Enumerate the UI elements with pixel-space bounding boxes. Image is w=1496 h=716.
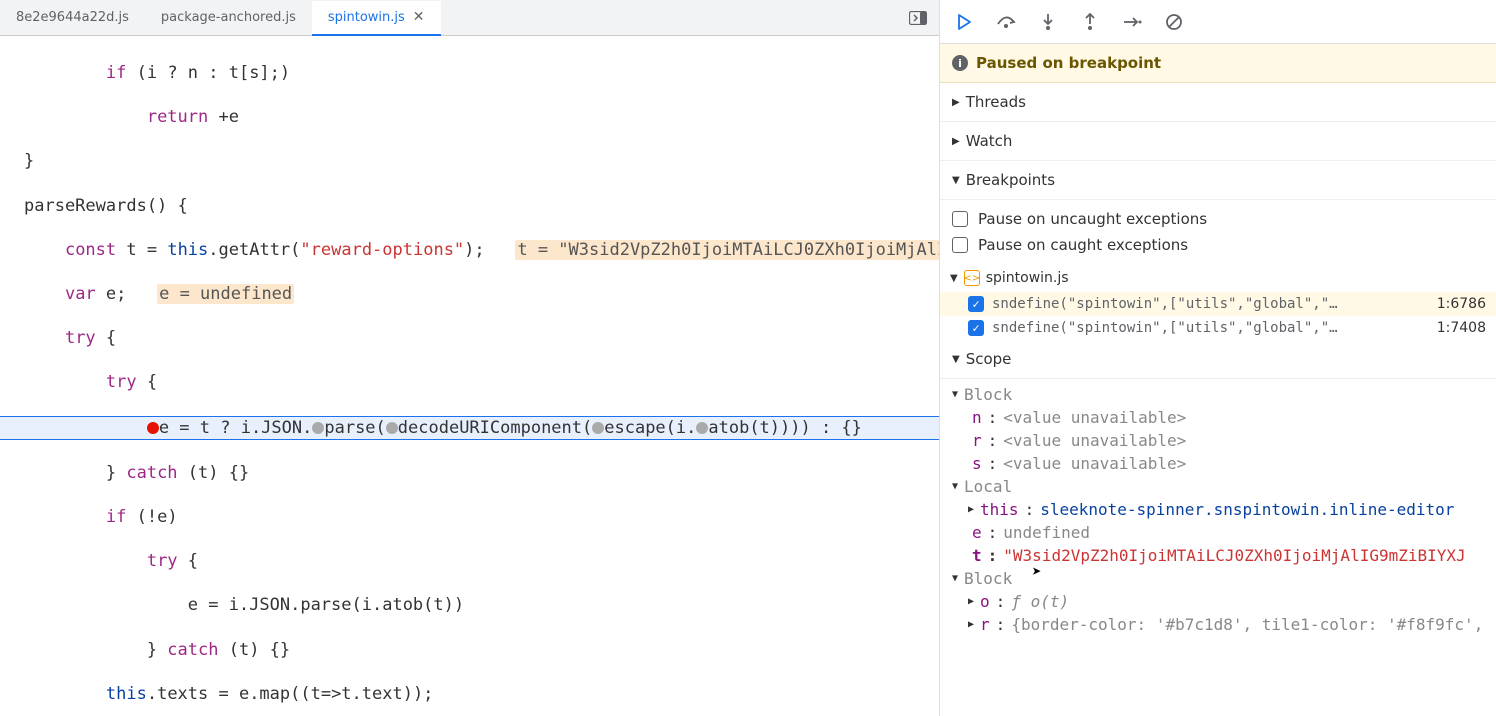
tab-label: 8e2e9644a22d.js [16, 10, 129, 25]
breakpoint-icon[interactable] [147, 422, 159, 434]
deactivate-breakpoints-button[interactable] [1162, 10, 1186, 34]
chevron-down-icon: ▼ [952, 573, 958, 584]
inline-value: t = "W3sid2VpZ2h0IjoiMTAiLCJ0ZXh0IjoiMjA… [515, 240, 939, 260]
scope-variable[interactable]: n: <value unavailable> [940, 406, 1496, 429]
chevron-right-icon: ▶ [968, 596, 974, 607]
scope-section[interactable]: ▼ Scope [940, 340, 1496, 379]
debugger-panel: i Paused on breakpoint ▶ Threads ▶ Watch ▼… [940, 0, 1496, 716]
breakpoint-line: 1:6786 [1429, 296, 1486, 312]
scope-group-label: Block [964, 385, 1012, 404]
debug-toolbar [940, 0, 1496, 44]
breakpoint-file[interactable]: ▼ <> spintowin.js [940, 264, 1496, 292]
scope-variable[interactable]: ▶o: ƒ o(t) [940, 590, 1496, 613]
section-label: Scope [966, 350, 1012, 368]
threads-section[interactable]: ▶ Threads [940, 83, 1496, 122]
breakpoints-section[interactable]: ▼ Breakpoints [940, 161, 1496, 200]
breakpoint-line: 1:7408 [1429, 320, 1486, 336]
checkbox[interactable]: ✓ [968, 296, 984, 312]
pause-caught-option[interactable]: Pause on caught exceptions [952, 232, 1484, 258]
breakpoint-options: Pause on uncaught exceptions Pause on ca… [940, 200, 1496, 264]
chevron-down-icon: ▼ [952, 354, 960, 365]
scope-block: ▼ Block n: <value unavailable> r: <value … [940, 379, 1496, 640]
section-label: Threads [966, 93, 1026, 111]
checkbox[interactable] [952, 237, 968, 253]
tab-label: package-anchored.js [161, 10, 296, 25]
tab-file-2[interactable]: spintowin.js ✕ [312, 1, 441, 36]
show-navigator-icon[interactable] [909, 11, 927, 25]
section-label: Watch [966, 132, 1013, 150]
option-label: Pause on uncaught exceptions [978, 210, 1207, 228]
chevron-down-icon: ▼ [952, 481, 958, 492]
file-icon: <> [964, 270, 980, 286]
step-into-button[interactable] [1036, 10, 1060, 34]
option-label: Pause on caught exceptions [978, 236, 1188, 254]
code-editor[interactable]: if (i ? n : t[s];) return +e } parseRewa… [0, 36, 939, 716]
scope-group-label: Block [964, 569, 1012, 588]
step-out-button[interactable] [1078, 10, 1102, 34]
info-icon: i [952, 55, 968, 71]
breakpoint-code: sndefine("spintowin",["utils","global","… [992, 320, 1421, 336]
step-button[interactable] [1120, 10, 1144, 34]
scope-variable[interactable]: ▶this: sleeknote-spinner.snspintowin.inl… [940, 498, 1496, 521]
scope-group[interactable]: ▼ Block [940, 383, 1496, 406]
chevron-right-icon: ▶ [952, 97, 960, 108]
scope-variable[interactable]: s: <value unavailable> [940, 452, 1496, 475]
paused-banner: i Paused on breakpoint [940, 44, 1496, 83]
scope-variable[interactable]: t: "W3sid2VpZ2h0IjoiMTAiLCJ0ZXh0IjoiMjAl… [940, 544, 1496, 567]
watch-section[interactable]: ▶ Watch [940, 122, 1496, 161]
chevron-right-icon: ▶ [968, 504, 974, 515]
breakpoint-code: sndefine("spintowin",["utils","global","… [992, 296, 1421, 312]
close-icon[interactable]: ✕ [413, 9, 425, 25]
scope-group[interactable]: ▼ Local [940, 475, 1496, 498]
tab-label: spintowin.js [328, 10, 405, 25]
resume-button[interactable] [952, 10, 976, 34]
inline-value: e = undefined [157, 284, 294, 304]
scope-group[interactable]: ▼ Block [940, 567, 1496, 590]
editor-panel: 8e2e9644a22d.js package-anchored.js spin… [0, 0, 940, 716]
chevron-right-icon: ▶ [968, 619, 974, 630]
checkbox[interactable] [952, 211, 968, 227]
scope-variable[interactable]: ▶r: {border-color: '#b7c1d8', tile1-colo… [940, 613, 1496, 636]
paused-label: Paused on breakpoint [976, 54, 1161, 72]
scope-group-label: Local [964, 477, 1012, 496]
step-over-button[interactable] [994, 10, 1018, 34]
file-name: spintowin.js [986, 270, 1069, 286]
breakpoint-item[interactable]: ✓ sndefine("spintowin",["utils","global"… [940, 292, 1496, 316]
editor-tabs: 8e2e9644a22d.js package-anchored.js spin… [0, 0, 939, 36]
chevron-right-icon: ▶ [952, 136, 960, 147]
tab-file-0[interactable]: 8e2e9644a22d.js [0, 0, 145, 35]
breakpoint-item[interactable]: ✓ sndefine("spintowin",["utils","global"… [940, 316, 1496, 340]
checkbox[interactable]: ✓ [968, 320, 984, 336]
cursor-icon: ➤ [1032, 562, 1042, 581]
scope-variable[interactable]: e: undefined [940, 521, 1496, 544]
tab-file-1[interactable]: package-anchored.js [145, 0, 312, 35]
chevron-down-icon: ▼ [952, 389, 958, 400]
chevron-down-icon: ▼ [952, 175, 960, 186]
chevron-down-icon: ▼ [950, 273, 958, 284]
pause-uncaught-option[interactable]: Pause on uncaught exceptions [952, 206, 1484, 232]
scope-variable[interactable]: r: <value unavailable> [940, 429, 1496, 452]
current-execution-line: e = t ? i.JSON.parse(decodeURIComponent(… [0, 416, 939, 440]
section-label: Breakpoints [966, 171, 1055, 189]
